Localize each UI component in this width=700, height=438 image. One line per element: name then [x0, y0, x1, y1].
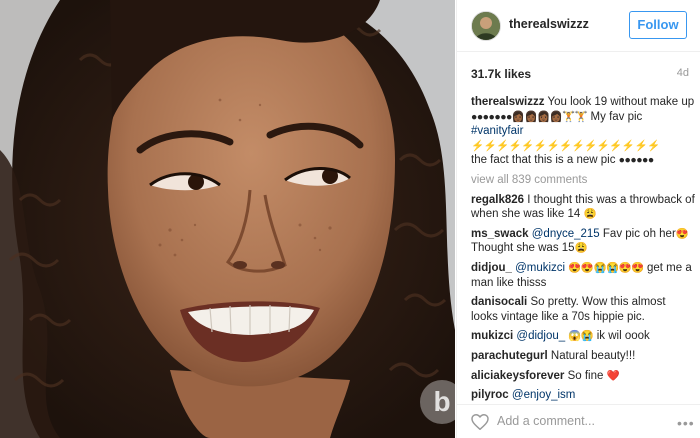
comment-username[interactable]: pilyroc — [471, 389, 509, 401]
comment-text: Fav pic oh her — [602, 227, 676, 240]
post-side-panel: therealswizzz Follow 31.7k likes 4d ther… — [456, 0, 700, 438]
comment-username[interactable]: danisocali — [471, 296, 527, 308]
comment-username[interactable]: ms_swack — [471, 228, 529, 240]
post-time-ago[interactable]: 4d — [677, 67, 689, 79]
comment-item: regalk826 I thought this was a throwback… — [471, 193, 695, 222]
comment-emoji: 😱😭 — [568, 330, 594, 343]
comment-username[interactable]: parachutegurl — [471, 350, 548, 362]
comment-item: aliciakeysforever So fine ❤️ — [471, 369, 695, 384]
avatar-image-icon — [472, 12, 500, 40]
post-header: therealswizzz Follow — [457, 0, 700, 52]
likes-count[interactable]: 31.7k likes — [471, 67, 531, 81]
comment-text: Natural beauty!!! — [550, 349, 636, 362]
comment-item: pilyroc @enjoy_ism — [471, 388, 695, 403]
avatar[interactable] — [471, 11, 501, 41]
comment-emoji: 😍 — [675, 227, 689, 240]
comment-mention[interactable]: @dnyce_215 — [532, 228, 600, 240]
comments-list: therealswizzz You look 19 without make u… — [471, 95, 695, 408]
comment-item: danisocali So pretty. Wow this almost lo… — [471, 295, 695, 324]
comment-username[interactable]: mukizci — [471, 330, 513, 342]
comment-username[interactable]: regalk826 — [471, 194, 524, 206]
comment-item: mukizci @didjou_ 😱😭 ik wil oook — [471, 329, 695, 344]
comment-text-2: Thought she was 15 — [471, 242, 575, 255]
caption-emojis: ●●●●●●●👩🏾👩🏾👩🏾👩🏾🏋🏋 — [471, 110, 588, 123]
header-username[interactable]: therealswizzz — [509, 17, 589, 31]
comment-username[interactable]: aliciakeysforever — [471, 370, 564, 382]
comment-mention[interactable]: @mukizci — [515, 262, 565, 274]
follow-button[interactable]: Follow — [629, 11, 687, 39]
add-comment-input[interactable] — [497, 411, 647, 431]
comment-emoji: 😍😍😭😭😍😍 — [568, 261, 644, 274]
comment-text: ik wil oook — [596, 330, 650, 343]
svg-text:b: b — [433, 386, 450, 417]
comment-username[interactable]: didjou_ — [471, 262, 512, 274]
comment-item: ms_swack @dnyce_215 Fav pic oh her😍 Thou… — [471, 227, 695, 256]
instagram-post: b therealswizzz Follow 31.7k likes 4d th… — [0, 0, 700, 438]
comment-mention[interactable]: @didjou_ — [516, 330, 565, 342]
comment-mention[interactable]: @enjoy_ism — [512, 389, 575, 401]
caption-text-2: My fav pic — [590, 110, 643, 123]
caption-lightning-emojis: ⚡⚡⚡⚡⚡⚡⚡⚡⚡⚡⚡⚡⚡⚡⚡ — [471, 139, 660, 152]
more-dots-icon[interactable]: ••• — [677, 415, 695, 431]
caption: therealswizzz You look 19 without make u… — [471, 95, 695, 168]
comment-text: So fine — [567, 369, 604, 382]
likes-row: 31.7k likes 4d — [471, 67, 689, 85]
caption-emojis-3: ●●●●●● — [618, 154, 655, 167]
add-comment-row: ••• — [457, 404, 700, 438]
post-photo[interactable]: b — [0, 0, 455, 438]
portrait-illustration — [0, 0, 455, 438]
caption-text: You look 19 without make up — [547, 96, 695, 108]
comment-item: didjou_ @mukizci 😍😍😭😭😍😍 get me a man lik… — [471, 261, 695, 290]
watermark-logo-icon: b — [420, 380, 455, 424]
view-all-comments-link[interactable]: view all 839 comments — [471, 173, 695, 188]
caption-username[interactable]: therealswizzz — [471, 96, 545, 108]
heart-icon[interactable] — [471, 414, 489, 430]
comment-emoji: 😩 — [583, 208, 597, 221]
comment-item: parachutegurl Natural beauty!!! — [471, 349, 695, 364]
comment-emoji: ❤️ — [606, 369, 620, 382]
caption-text-3: the fact that this is a new pic — [471, 154, 616, 167]
comment-emoji-2: 😩 — [574, 242, 588, 255]
caption-hashtag[interactable]: #vanityfair — [471, 125, 523, 137]
